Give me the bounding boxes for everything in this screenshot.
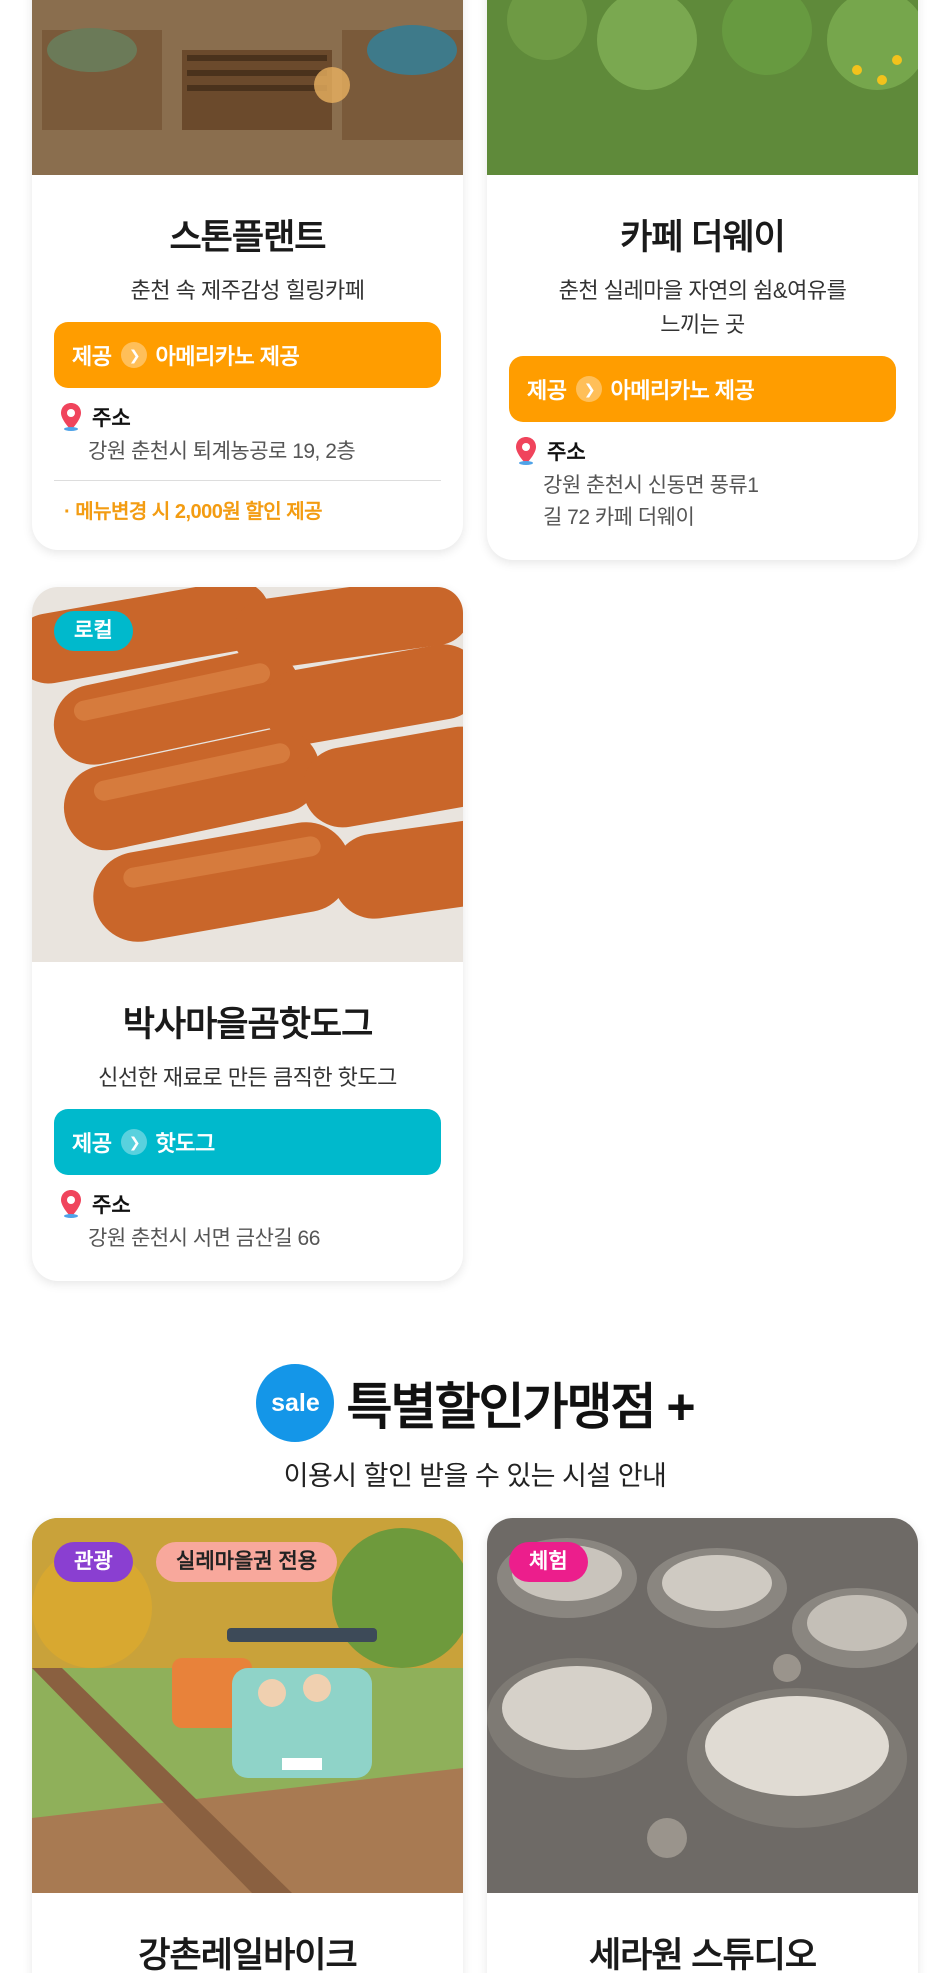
exclusive-badge: 실레마을권 전용 [156, 1542, 338, 1582]
chevron-right-icon: ❯ [121, 1129, 148, 1155]
category-badge: 체험 [509, 1542, 588, 1582]
sale-icon: sale [256, 1364, 335, 1442]
rail-bike-photo: 관광 실레마을권 전용 [32, 1518, 463, 1893]
offer-label: 제공 [72, 344, 112, 369]
section-title: 특별할인가맹점 + [346, 1379, 695, 1435]
location-pin-icon [61, 403, 81, 431]
card-cafe-the-way[interactable]: 카페 더웨이 춘천 실레마을 자연의 쉼&여유를 느끼는 곳 제공 ❯ 아메리카… [487, 0, 918, 560]
offer-value: 핫도그 [155, 1131, 215, 1156]
card-title: 카페 더웨이 [620, 218, 786, 257]
card-rail-bike[interactable]: 관광 실레마을권 전용 강촌레일바이크 [32, 1518, 463, 1973]
cafe-photo [487, 0, 918, 175]
card-title: 스톤플랜트 [169, 218, 326, 257]
category-badge: 로컬 [54, 611, 133, 651]
location-pin-icon [516, 437, 536, 465]
card-hotdog[interactable]: 로컬 박사마을곰핫도그 신선한 재료로 만든 큼직한 핫도그 제공 ❯ 핫도그 … [32, 587, 463, 1281]
card-description: 춘천 실레마을 자연의 쉼&여유를 느끼는 곳 [558, 278, 847, 337]
chevron-right-icon: ❯ [576, 376, 603, 402]
card-title: 강촌레일바이크 [138, 1936, 357, 1973]
offer-banner: 제공 ❯ 아메리카노 제공 [54, 322, 441, 388]
address-block: 주소 강원 춘천시 신동면 풍류1길 72 카페 더웨이 [509, 436, 896, 534]
offer-banner: 제공 ❯ 아메리카노 제공 [509, 356, 896, 422]
address-label: 주소 [92, 407, 131, 430]
card-description: 신선한 재료로 만든 큼직한 핫도그 [98, 1065, 397, 1090]
pottery-photo: 체험 [487, 1518, 918, 1893]
category-badge: 관광 [54, 1542, 133, 1582]
location-pin-icon [61, 1190, 81, 1218]
card-stone-plant[interactable]: 스톤플랜트 춘천 속 제주감성 힐링카페 제공 ❯ 아메리카노 제공 주소 강원… [32, 0, 463, 550]
address-block: 주소 강원 춘천시 퇴계농공로 19, 2층 [54, 402, 441, 468]
address-text: 강원 춘천시 신동면 풍류1길 72 카페 더웨이 [543, 474, 759, 529]
card-title: 세라원 스튜디오 [588, 1936, 817, 1973]
offer-label: 제공 [527, 378, 567, 403]
address-text: 강원 춘천시 퇴계농공로 19, 2층 [88, 440, 356, 463]
card-title: 박사마을곰핫도그 [122, 1005, 374, 1044]
divider [54, 480, 441, 481]
offer-banner: 제공 ❯ 핫도그 [54, 1109, 441, 1175]
section-header: sale 특별할인가맹점 + [0, 1364, 950, 1442]
chevron-right-icon: ❯ [121, 342, 148, 368]
hotdog-photo: 로컬 [32, 587, 463, 962]
offer-label: 제공 [72, 1131, 112, 1156]
card-serawon-studio[interactable]: 체험 세라원 스튜디오 [487, 1518, 918, 1973]
address-label: 주소 [92, 1194, 131, 1217]
address-text: 강원 춘천시 서면 금산길 66 [88, 1227, 320, 1250]
address-label: 주소 [547, 441, 586, 464]
address-block: 주소 강원 춘천시 서면 금산길 66 [54, 1189, 441, 1255]
offer-value: 아메리카노 제공 [155, 344, 300, 369]
section-subtitle: 이용시 할인 받을 수 있는 시설 안내 [283, 1461, 667, 1491]
cafe-photo [32, 0, 463, 175]
offer-value: 아메리카노 제공 [610, 378, 755, 403]
discount-note: · 메뉴변경 시 2,000원 할인 제공 [64, 501, 323, 523]
card-description: 춘천 속 제주감성 힐링카페 [130, 278, 365, 303]
